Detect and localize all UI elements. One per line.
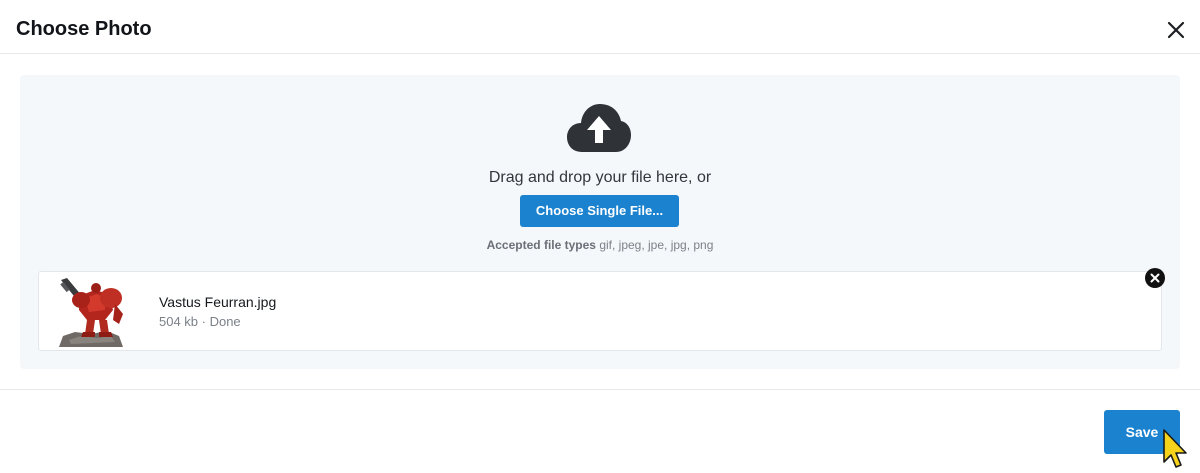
file-name: Vastus Feurran.jpg [159,294,277,310]
remove-file-icon[interactable] [1144,267,1166,289]
drop-instructions: Drag and drop your file here, or [488,169,712,186]
image-thumbnail [51,276,131,347]
upload-dropzone[interactable]: Drag and drop your file here, or Choose … [20,75,1180,369]
close-icon[interactable] [1166,20,1186,40]
choose-photo-dialog: Choose Photo Drag and drop your file her… [0,0,1200,473]
accepted-label: Accepted file types [486,238,596,252]
accepted-types: gif, jpeg, jpe, jpg, png [599,238,714,252]
dialog-header: Choose Photo [0,0,1200,54]
file-status: 504 kb · Done [159,314,241,329]
accepted-file-types: Accepted file types gif, jpeg, jpe, jpg,… [20,238,1180,252]
dialog-footer: Save [0,389,1200,473]
choose-file-button[interactable]: Choose Single File... [520,195,679,227]
dialog-title: Choose Photo [16,18,152,40]
save-button[interactable]: Save [1104,410,1180,454]
uploaded-file-card: Vastus Feurran.jpg 504 kb · Done [38,268,1165,351]
cloud-upload-icon [566,102,632,154]
